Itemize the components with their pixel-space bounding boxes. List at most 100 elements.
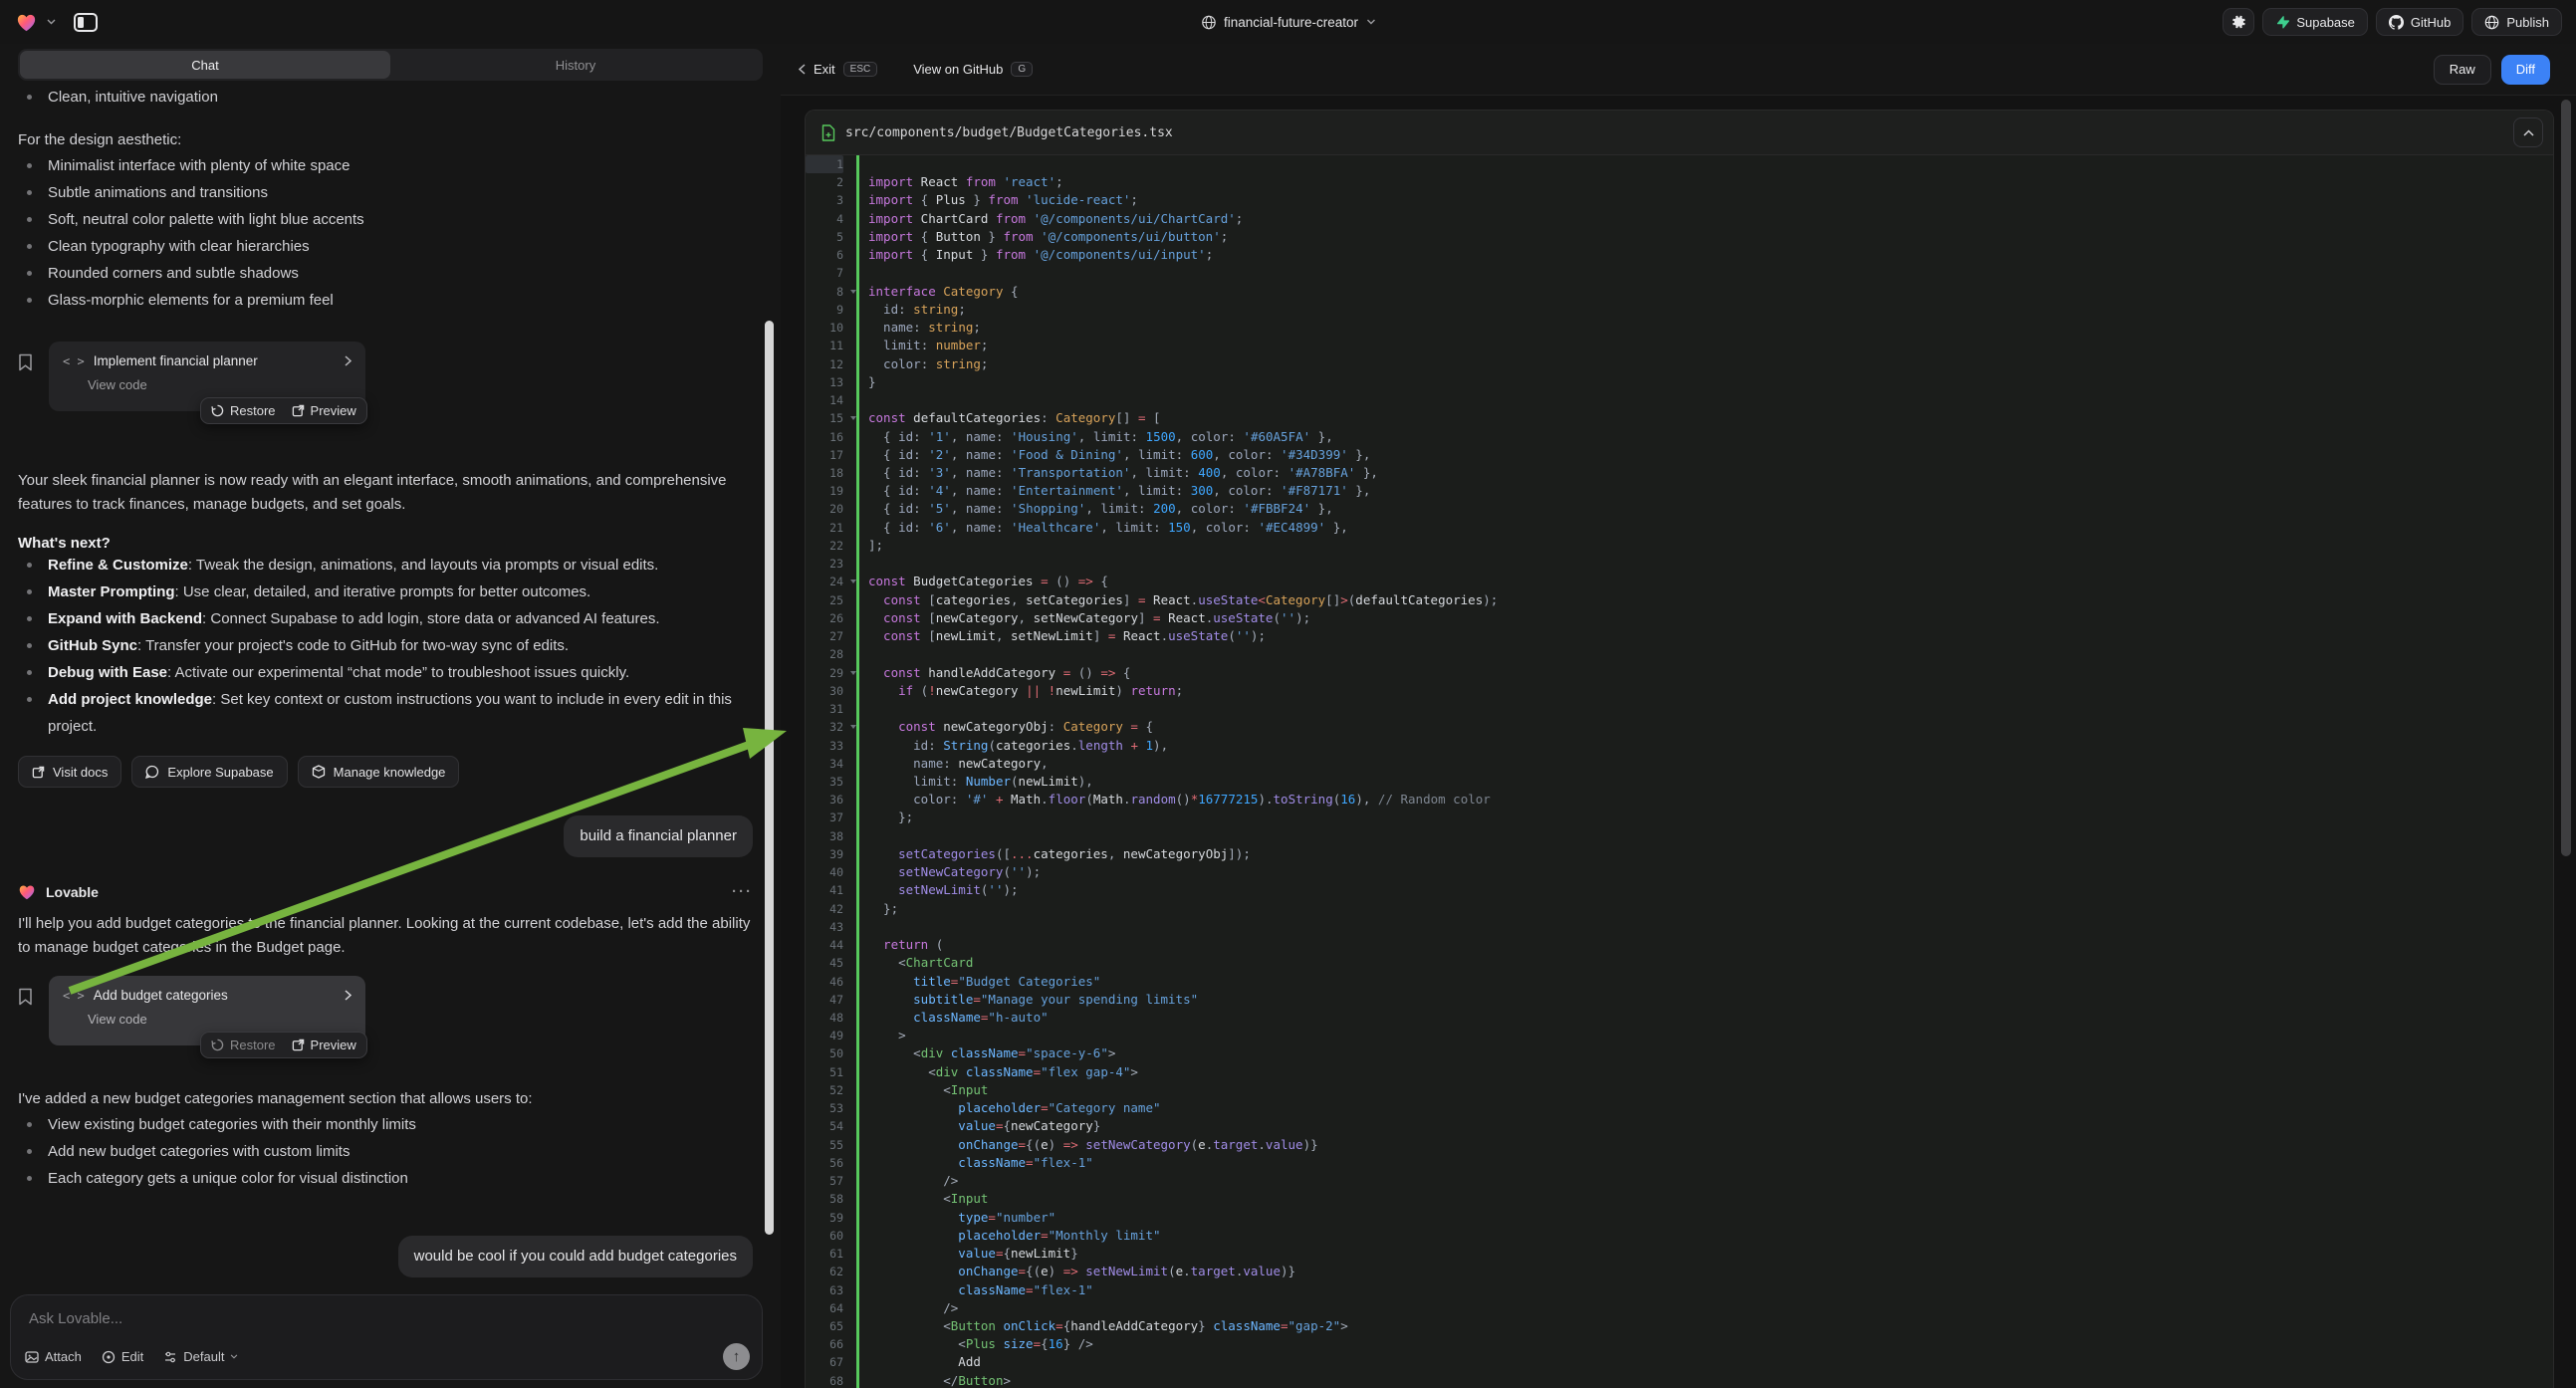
view-code-link[interactable]: View code <box>88 377 351 392</box>
code-line: 38 <box>806 827 2553 845</box>
line-number: 36 <box>806 791 843 809</box>
line-number: 12 <box>806 355 843 373</box>
line-number: 21 <box>806 519 843 537</box>
exit-button[interactable]: Exit ESC <box>799 62 877 77</box>
code-line: 25 const [categories, setCategories] = R… <box>806 591 2553 609</box>
toggle-sidebar-icon[interactable] <box>74 13 98 32</box>
user-message-bubble: build a financial planner <box>564 815 753 857</box>
restore-button[interactable]: Restore <box>211 1038 276 1052</box>
publish-globe-icon <box>2484 15 2499 30</box>
list-item: Soft, neutral color palette with light b… <box>18 206 753 233</box>
file-header[interactable]: src/components/budget/BudgetCategories.t… <box>806 111 2553 155</box>
restore-button[interactable]: Restore <box>211 403 276 418</box>
collapse-file-button[interactable] <box>2513 117 2543 147</box>
fold-chevron-icon[interactable] <box>850 725 856 729</box>
github-button[interactable]: GitHub <box>2376 8 2463 36</box>
code-panel-scrollbar-thumb[interactable] <box>2561 100 2571 856</box>
code-line: 68 </Button> <box>806 1372 2553 1388</box>
line-number: 42 <box>806 900 843 918</box>
esc-shortcut-badge: ESC <box>843 62 878 77</box>
chevron-right-icon <box>345 990 351 1001</box>
raw-toggle-button[interactable]: Raw <box>2434 55 2491 85</box>
explore-supabase-button[interactable]: Explore Supabase <box>131 756 287 788</box>
code-line: 44 return ( <box>806 936 2553 954</box>
visit-docs-button[interactable]: Visit docs <box>18 756 121 788</box>
manage-knowledge-button[interactable]: Manage knowledge <box>298 756 460 788</box>
code-line: 31 <box>806 700 2553 718</box>
code-line: 1 <box>806 155 2553 173</box>
chat-scrollbar-thumb[interactable] <box>765 321 774 1235</box>
top-bar: financial-future-creator Supabase GitHub <box>0 0 2576 45</box>
line-number: 46 <box>806 973 843 991</box>
line-number: 33 <box>806 737 843 755</box>
line-number: 59 <box>806 1209 843 1227</box>
line-number: 68 <box>806 1372 843 1388</box>
workspace-chevron-down-icon[interactable] <box>47 19 56 25</box>
exit-label: Exit <box>814 62 835 77</box>
version-card-row: < > Add budget categories View code Rest… <box>18 976 753 1067</box>
message-menu-button[interactable]: ··· <box>732 883 753 900</box>
fold-chevron-icon[interactable] <box>850 671 856 675</box>
line-number: 5 <box>806 228 843 246</box>
lovable-logo-heart-icon[interactable] <box>16 13 37 32</box>
tab-chat[interactable]: Chat <box>20 51 390 79</box>
code-line: 19 { id: '4', name: 'Entertainment', lim… <box>806 482 2553 500</box>
version-card-implement-financial-planner[interactable]: < > Implement financial planner View cod… <box>49 342 365 411</box>
list-item: Debug with Ease: Activate our experiment… <box>18 659 753 686</box>
line-number: 65 <box>806 1317 843 1335</box>
view-on-github-link[interactable]: View on GitHub G <box>913 62 1033 77</box>
code-line: 27 const [newLimit, setNewLimit] = React… <box>806 627 2553 645</box>
line-number: 17 <box>806 446 843 464</box>
code-line: 39 setCategories([...categories, newCate… <box>806 845 2553 863</box>
send-button[interactable]: ↑ <box>723 1343 750 1370</box>
view-code-link[interactable]: View code <box>88 1012 351 1027</box>
edit-button[interactable]: Edit <box>102 1349 143 1364</box>
line-number: 28 <box>806 645 843 663</box>
bookmark-icon[interactable] <box>18 988 33 1006</box>
project-title: financial-future-creator <box>1224 15 1358 30</box>
chat-scroll-area: Clean, intuitive navigation For the desi… <box>18 84 753 1284</box>
mode-selector[interactable]: Default <box>163 1349 238 1364</box>
version-card-add-budget-categories[interactable]: < > Add budget categories View code Rest… <box>49 976 365 1045</box>
code-line: 60 placeholder="Monthly limit" <box>806 1227 2553 1245</box>
fold-chevron-icon[interactable] <box>850 579 856 583</box>
chat-input[interactable] <box>27 1309 746 1328</box>
line-number: 64 <box>806 1299 843 1317</box>
chat-panel: Chat History Clean, intuitive navigation… <box>0 44 782 1388</box>
fold-chevron-icon[interactable] <box>850 290 856 294</box>
code-line: 32 const newCategoryObj: Category = { <box>806 718 2553 736</box>
line-number: 35 <box>806 773 843 791</box>
code-line: 45 <ChartCard <box>806 954 2553 972</box>
tab-history[interactable]: History <box>390 51 761 79</box>
code-line: 5import { Button } from '@/components/ui… <box>806 228 2553 246</box>
publish-button[interactable]: Publish <box>2471 8 2562 36</box>
code-line: 14 <box>806 391 2553 409</box>
preview-button[interactable]: Preview <box>292 1038 356 1052</box>
preview-button[interactable]: Preview <box>292 403 356 418</box>
supabase-button[interactable]: Supabase <box>2262 8 2368 36</box>
line-number: 9 <box>806 301 843 319</box>
fold-chevron-icon[interactable] <box>850 416 856 420</box>
attach-button[interactable]: Attach <box>25 1349 82 1364</box>
restore-preview-toolbar: Restore Preview <box>200 397 367 424</box>
diff-toggle-button[interactable]: Diff <box>2501 55 2550 85</box>
settings-button[interactable] <box>2223 8 2254 36</box>
assistant-paragraph: Your sleek financial planner is now read… <box>18 469 753 517</box>
user-message-bubble: would be cool if you could add budget ca… <box>398 1236 753 1277</box>
version-card-title: Add budget categories <box>94 988 228 1003</box>
code-line: 33 id: String(categories.length + 1), <box>806 737 2553 755</box>
line-number: 52 <box>806 1081 843 1099</box>
code-line: 54 value={newCategory} <box>806 1117 2553 1135</box>
package-icon <box>312 765 326 779</box>
code-line: 16 { id: '1', name: 'Housing', limit: 15… <box>806 428 2553 446</box>
line-number: 27 <box>806 627 843 645</box>
github-label: GitHub <box>2411 15 2451 30</box>
code-line: 62 onChange={(e) => setNewLimit(e.target… <box>806 1263 2553 1280</box>
list-item: Expand with Backend: Connect Supabase to… <box>18 605 753 632</box>
project-switcher[interactable]: financial-future-creator <box>1201 0 1375 44</box>
action-label: Manage knowledge <box>334 765 446 780</box>
external-link-icon <box>32 766 45 779</box>
line-number: 1 <box>806 155 843 173</box>
bookmark-icon[interactable] <box>18 353 33 371</box>
list-item: GitHub Sync: Transfer your project's cod… <box>18 632 753 659</box>
